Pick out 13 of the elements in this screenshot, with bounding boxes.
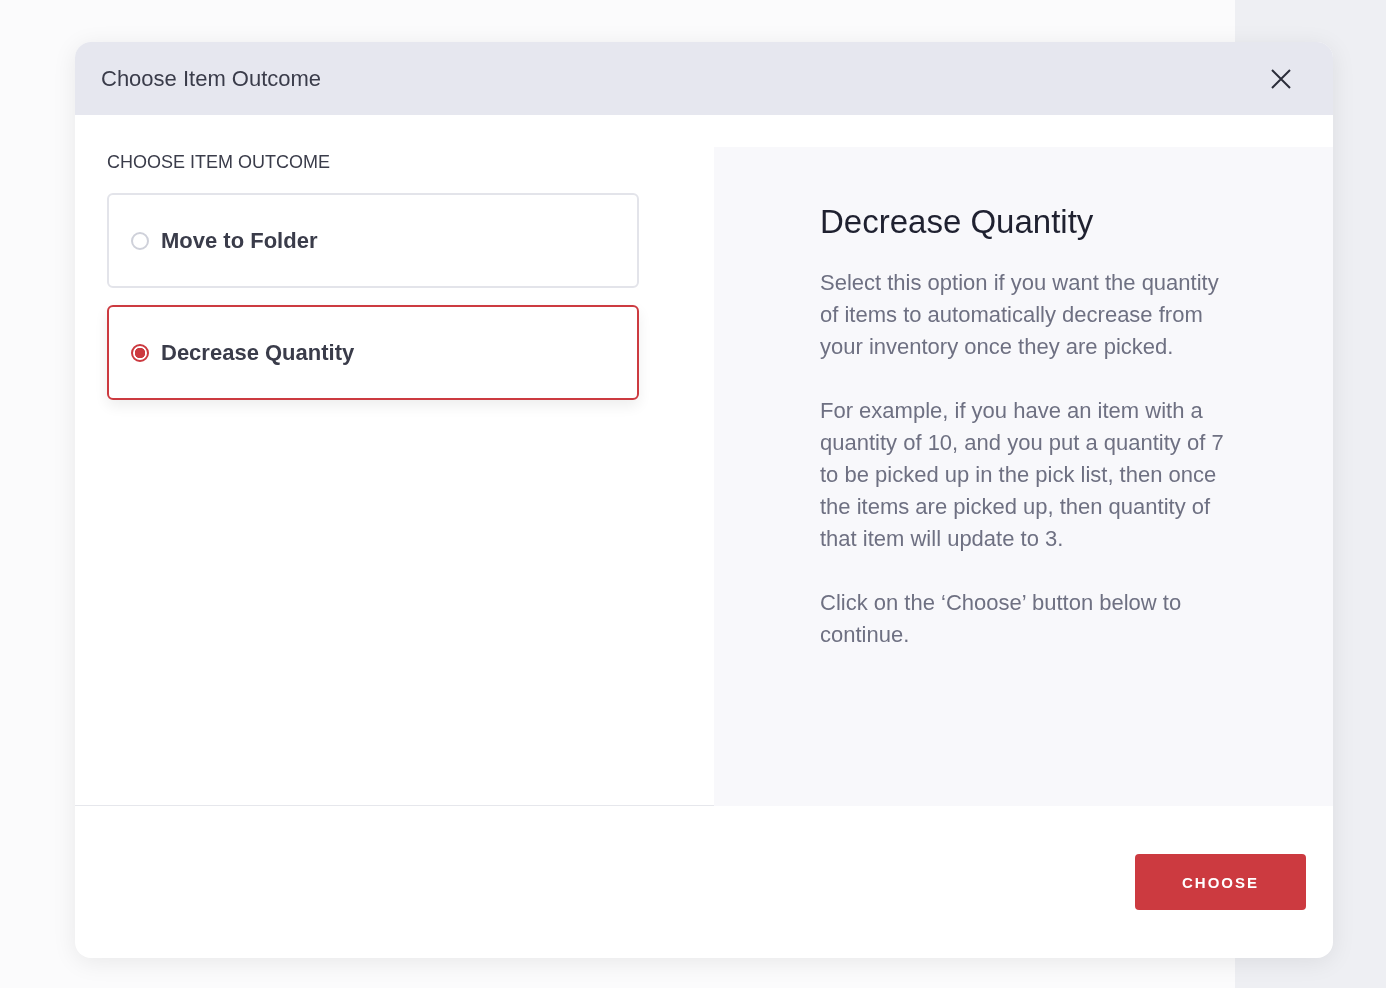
description-paragraph: For example, if you have an item with a quantity of 10, and you put a quantity of 7 to be picked up in the pick list, then once the items are picked up, then quantity of that item will update to 3. xyxy=(820,397,1225,553)
dialog-title: Choose Item Outcome xyxy=(101,65,322,92)
choose-button[interactable]: CHOOSE xyxy=(1135,854,1306,910)
option-card[interactable]: Decrease Quantity xyxy=(107,305,639,400)
option-label: Decrease Quantity xyxy=(161,339,355,366)
description-paragraph: Select this option if you want the quantity of items to automatically decrease from your inventory once they are picked. xyxy=(820,269,1220,361)
option-card[interactable]: Move to Folder xyxy=(107,193,639,288)
radio-button[interactable] xyxy=(131,343,149,362)
section-label: CHOOSE ITEM OUTCOME xyxy=(107,152,331,173)
description-paragraph: Click on the ‘Choose’ button below to continue. xyxy=(820,589,1183,649)
option-label: Move to Folder xyxy=(161,227,318,254)
description-heading: Decrease Quantity xyxy=(820,203,1095,241)
close-icon[interactable] xyxy=(1271,68,1291,89)
